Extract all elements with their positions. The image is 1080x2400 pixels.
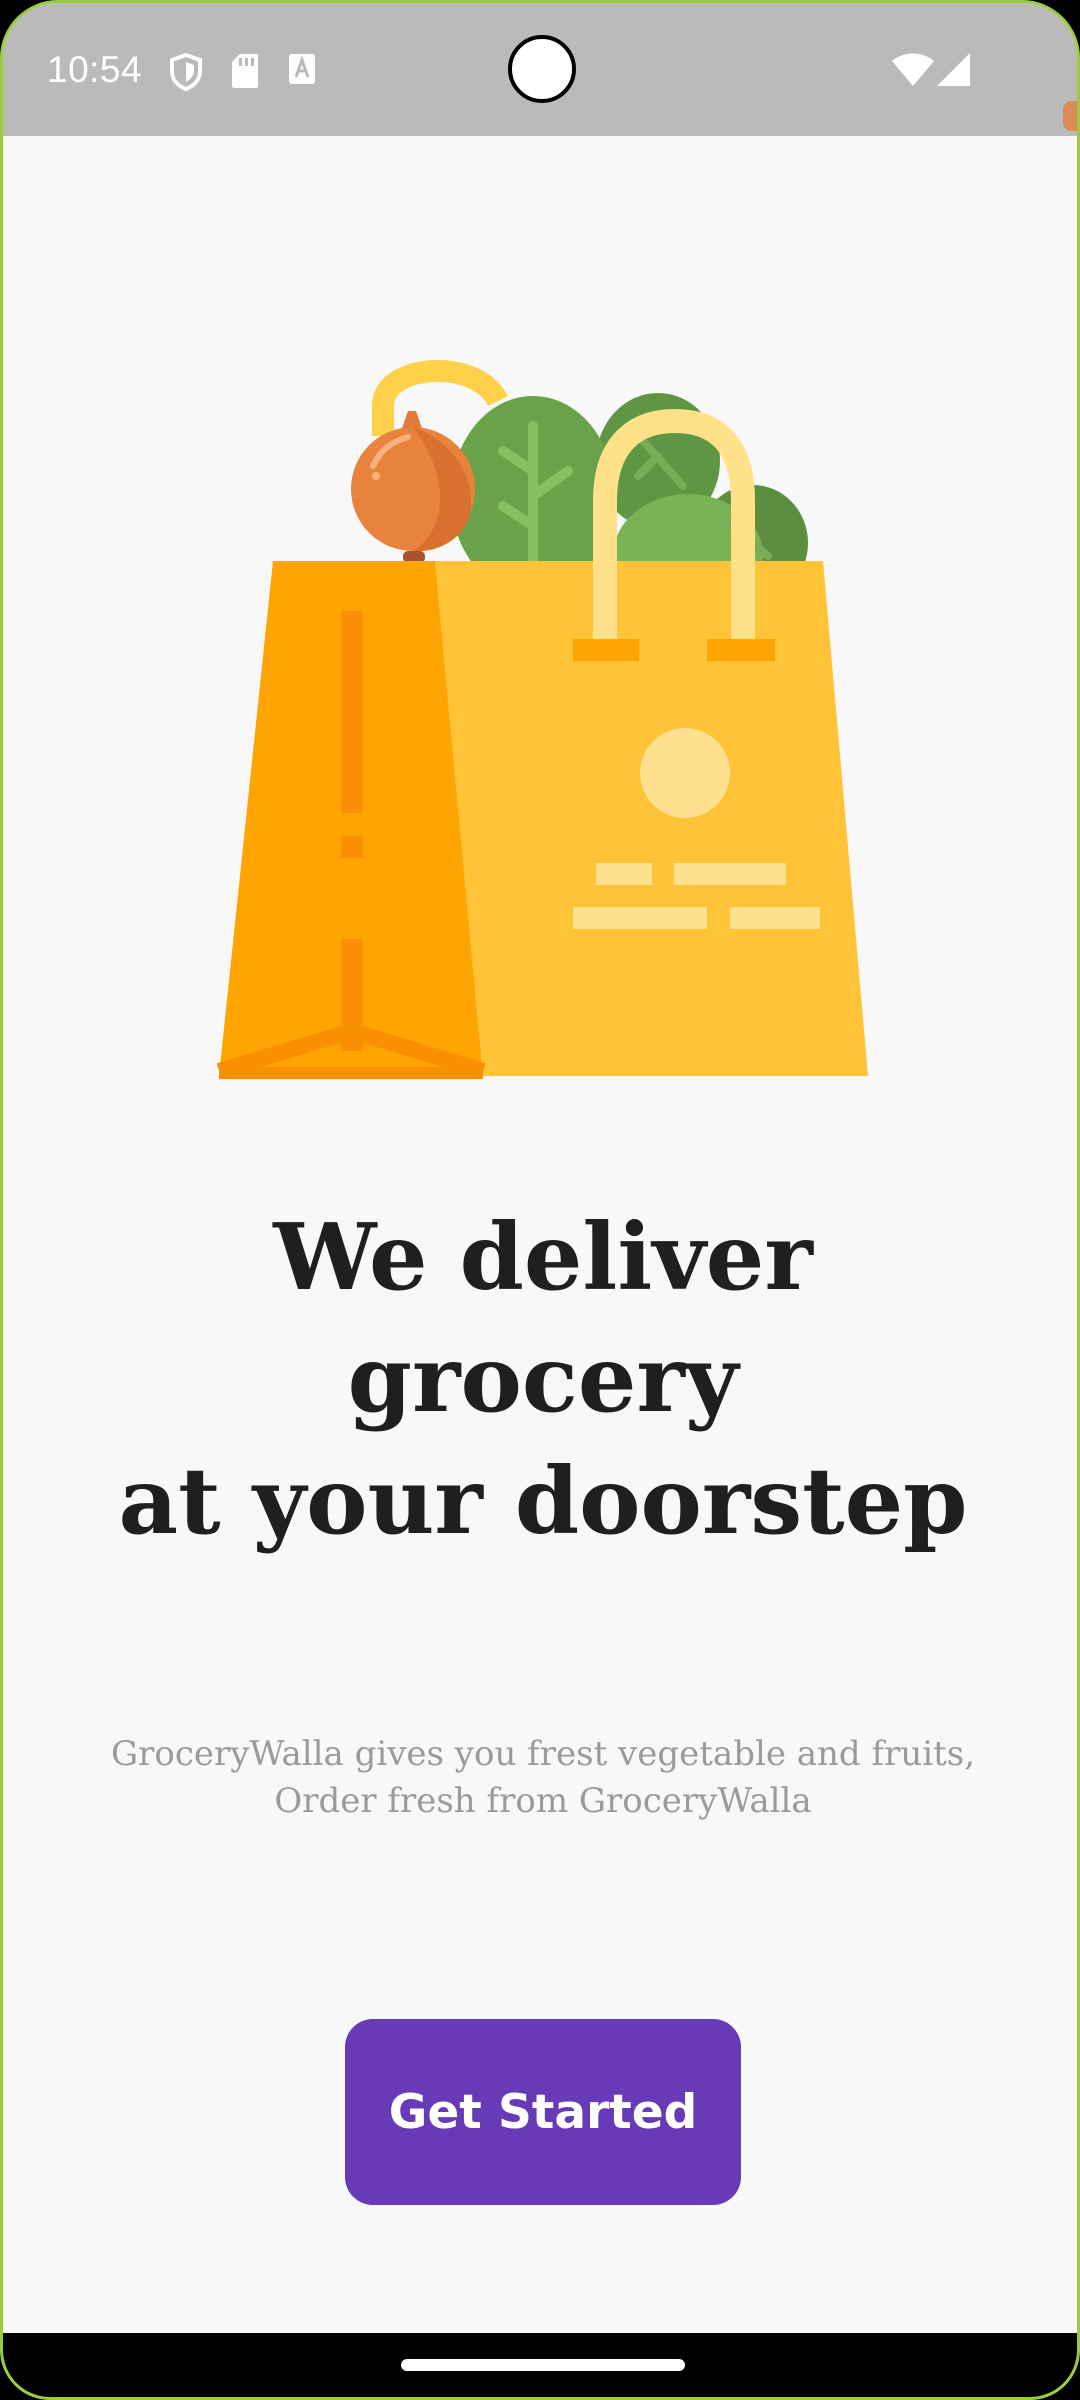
status-bar: 10:54: [3, 3, 1077, 136]
headline: We deliver grocery at your doorstep: [93, 1196, 993, 1562]
shield-icon: [169, 52, 203, 96]
status-time: 10:54: [47, 49, 143, 90]
subtitle: GroceryWalla gives you frest vegetable a…: [83, 1731, 1003, 1825]
headline-line-2: grocery: [347, 1325, 739, 1433]
signal-icon: [937, 53, 971, 92]
wifi-icon: [891, 53, 935, 92]
onboarding-screen: We deliver grocery at your doorstep Groc…: [3, 136, 1077, 2336]
grocery-bag-illustration: [213, 271, 873, 1079]
home-indicator[interactable]: [401, 2359, 685, 2371]
phone-screen: 10:54 We deliver grocery at your doorste…: [0, 0, 1080, 2400]
font-a-icon: [288, 53, 316, 90]
headline-line-3: at your doorstep: [118, 1447, 968, 1555]
subtitle-line-2: Order fresh from GroceryWalla: [274, 1781, 812, 1821]
subtitle-line-1: GroceryWalla gives you frest vegetable a…: [110, 1734, 976, 1774]
navigation-bar: [3, 2333, 1077, 2397]
headline-line-1: We deliver: [273, 1203, 813, 1311]
front-camera: [508, 35, 576, 103]
sd-card-icon: [231, 53, 259, 94]
edge-indicator: [1063, 101, 1077, 131]
get-started-button[interactable]: Get Started: [345, 2019, 741, 2205]
